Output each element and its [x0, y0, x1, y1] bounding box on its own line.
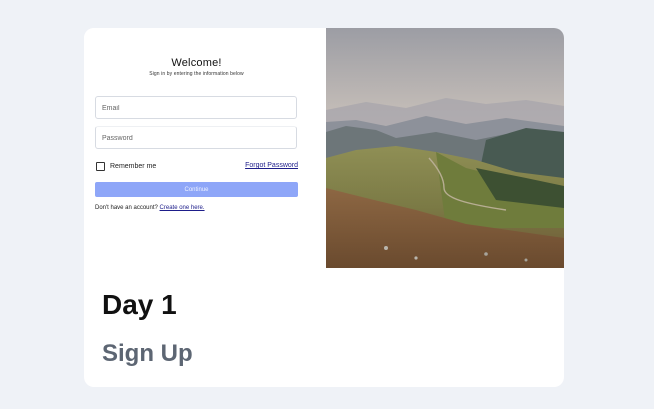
remember-me-checkbox[interactable]	[96, 161, 105, 171]
email-field-wrapper	[95, 96, 297, 119]
signup-prompt: Don't have an account? Create one here.	[95, 205, 205, 211]
password-field[interactable]	[96, 128, 296, 149]
welcome-title: Welcome!	[171, 57, 222, 69]
forgot-password-link[interactable]: Forgot Password	[245, 162, 298, 169]
create-account-link[interactable]: Create one here.	[160, 205, 205, 211]
email-field[interactable]	[96, 98, 296, 119]
remember-me-label: Remember me	[110, 162, 157, 170]
continue-button[interactable]: Continue	[95, 182, 298, 197]
no-account-text: Don't have an account?	[95, 205, 158, 211]
remember-me-row: Remember me	[96, 161, 156, 171]
login-form: Welcome! Sign in by entering the informa…	[84, 28, 326, 268]
card: Welcome! Sign in by entering the informa…	[84, 28, 564, 387]
mountain-landscape-image	[326, 28, 564, 268]
password-field-wrapper	[95, 126, 297, 149]
welcome-subtitle: Sign in by entering the information belo…	[149, 71, 244, 77]
day-title: Day 1	[102, 289, 177, 320]
day-subtitle: Sign Up	[102, 340, 193, 367]
